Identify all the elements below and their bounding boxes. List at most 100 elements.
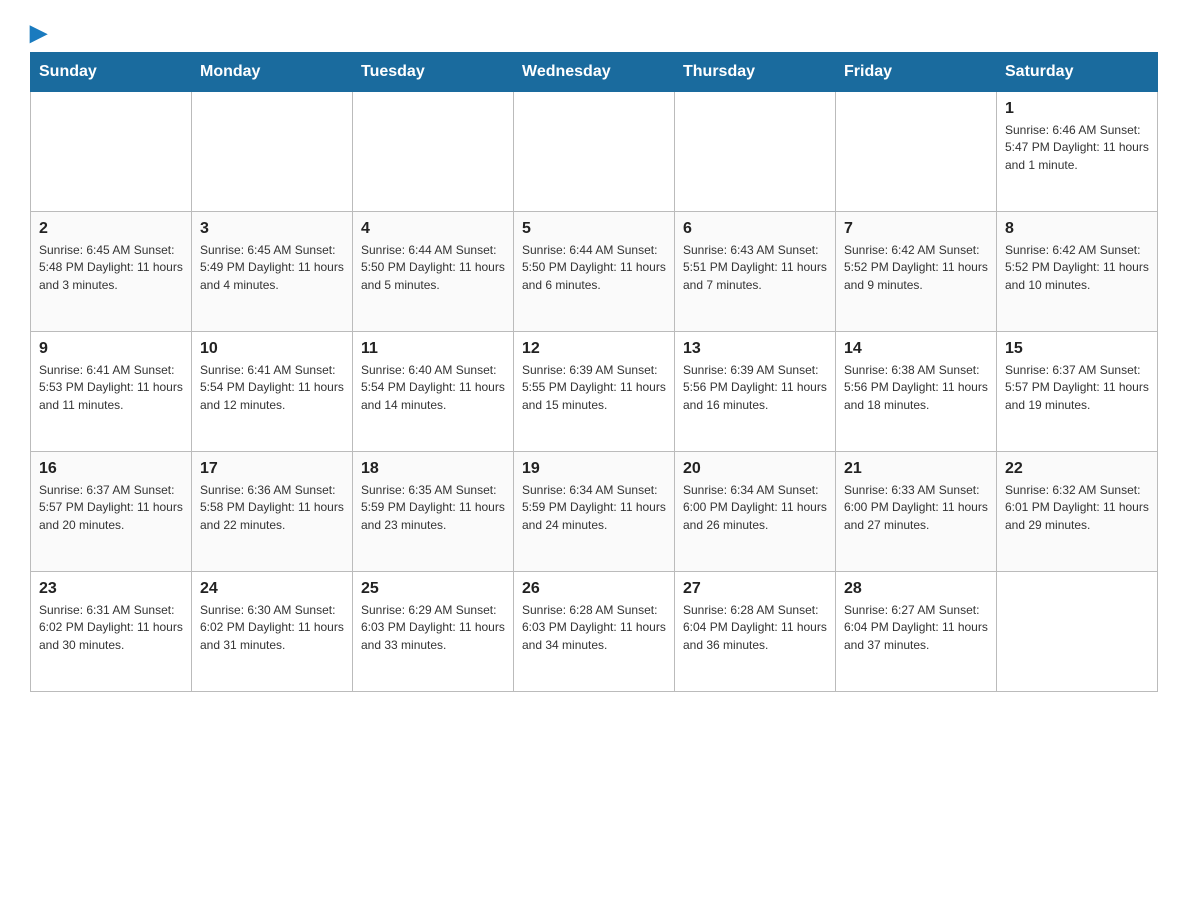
column-header-wednesday: Wednesday (514, 53, 675, 92)
calendar-cell: 23 Sunrise: 6:31 AM Sunset: 6:02 PM Dayli… (31, 572, 192, 692)
day-info: Sunrise: 6:39 AM Sunset: 5:56 PM Dayligh… (683, 362, 827, 414)
calendar-week-row: 1 Sunrise: 6:46 AM Sunset: 5:47 PM Daylig… (31, 92, 1158, 212)
calendar-cell (192, 92, 353, 212)
day-number: 26 (522, 580, 666, 598)
day-info: Sunrise: 6:40 AM Sunset: 5:54 PM Dayligh… (361, 362, 505, 414)
day-number: 3 (200, 220, 344, 238)
day-number: 27 (683, 580, 827, 598)
day-number: 14 (844, 340, 988, 358)
day-info: Sunrise: 6:34 AM Sunset: 5:59 PM Dayligh… (522, 482, 666, 534)
day-info: Sunrise: 6:27 AM Sunset: 6:04 PM Dayligh… (844, 602, 988, 654)
day-number: 2 (39, 220, 183, 238)
calendar-table: SundayMondayTuesdayWednesdayThursdayFrid… (30, 52, 1158, 692)
day-number: 8 (1005, 220, 1149, 238)
day-number: 10 (200, 340, 344, 358)
day-number: 11 (361, 340, 505, 358)
calendar-cell: 12 Sunrise: 6:39 AM Sunset: 5:55 PM Dayli… (514, 332, 675, 452)
day-number: 15 (1005, 340, 1149, 358)
calendar-cell (836, 92, 997, 212)
day-info: Sunrise: 6:30 AM Sunset: 6:02 PM Dayligh… (200, 602, 344, 654)
day-info: Sunrise: 6:41 AM Sunset: 5:54 PM Dayligh… (200, 362, 344, 414)
day-number: 4 (361, 220, 505, 238)
column-header-tuesday: Tuesday (353, 53, 514, 92)
day-number: 9 (39, 340, 183, 358)
day-info: Sunrise: 6:44 AM Sunset: 5:50 PM Dayligh… (361, 242, 505, 294)
calendar-cell: 11 Sunrise: 6:40 AM Sunset: 5:54 PM Dayli… (353, 332, 514, 452)
calendar-cell: 8 Sunrise: 6:42 AM Sunset: 5:52 PM Daylig… (997, 212, 1158, 332)
day-info: Sunrise: 6:37 AM Sunset: 5:57 PM Dayligh… (39, 482, 183, 534)
day-info: Sunrise: 6:46 AM Sunset: 5:47 PM Dayligh… (1005, 122, 1149, 174)
day-info: Sunrise: 6:38 AM Sunset: 5:56 PM Dayligh… (844, 362, 988, 414)
calendar-week-row: 23 Sunrise: 6:31 AM Sunset: 6:02 PM Dayli… (31, 572, 1158, 692)
day-number: 13 (683, 340, 827, 358)
calendar-week-row: 9 Sunrise: 6:41 AM Sunset: 5:53 PM Daylig… (31, 332, 1158, 452)
calendar-cell: 28 Sunrise: 6:27 AM Sunset: 6:04 PM Dayli… (836, 572, 997, 692)
calendar-cell: 20Sunrise: 6:34 AM Sunset: 6:00 PM Dayli… (675, 452, 836, 572)
calendar-week-row: 2 Sunrise: 6:45 AM Sunset: 5:48 PM Daylig… (31, 212, 1158, 332)
calendar-cell (514, 92, 675, 212)
day-number: 25 (361, 580, 505, 598)
day-info: Sunrise: 6:45 AM Sunset: 5:49 PM Dayligh… (200, 242, 344, 294)
day-info: Sunrise: 6:37 AM Sunset: 5:57 PM Dayligh… (1005, 362, 1149, 414)
day-number: 23 (39, 580, 183, 598)
day-number: 5 (522, 220, 666, 238)
column-header-saturday: Saturday (997, 53, 1158, 92)
day-info: Sunrise: 6:28 AM Sunset: 6:04 PM Dayligh… (683, 602, 827, 654)
calendar-cell: 5 Sunrise: 6:44 AM Sunset: 5:50 PM Daylig… (514, 212, 675, 332)
calendar-cell (31, 92, 192, 212)
calendar-cell: 18Sunrise: 6:35 AM Sunset: 5:59 PM Dayli… (353, 452, 514, 572)
day-info: Sunrise: 6:31 AM Sunset: 6:02 PM Dayligh… (39, 602, 183, 654)
day-info: Sunrise: 6:45 AM Sunset: 5:48 PM Dayligh… (39, 242, 183, 294)
calendar-cell: 9 Sunrise: 6:41 AM Sunset: 5:53 PM Daylig… (31, 332, 192, 452)
day-number: 22 (1005, 460, 1149, 478)
column-header-friday: Friday (836, 53, 997, 92)
day-info: Sunrise: 6:39 AM Sunset: 5:55 PM Dayligh… (522, 362, 666, 414)
day-number: 6 (683, 220, 827, 238)
calendar-week-row: 16 Sunrise: 6:37 AM Sunset: 5:57 PM Dayli… (31, 452, 1158, 572)
calendar-cell: 24 Sunrise: 6:30 AM Sunset: 6:02 PM Dayli… (192, 572, 353, 692)
page-header: ▶ (30, 20, 1158, 42)
day-number: 16 (39, 460, 183, 478)
day-number: 18 (361, 460, 505, 478)
day-info: Sunrise: 6:42 AM Sunset: 5:52 PM Dayligh… (844, 242, 988, 294)
calendar-cell: 26 Sunrise: 6:28 AM Sunset: 6:03 PM Dayli… (514, 572, 675, 692)
day-number: 19 (522, 460, 666, 478)
day-number: 24 (200, 580, 344, 598)
calendar-cell: 19 Sunrise: 6:34 AM Sunset: 5:59 PM Dayli… (514, 452, 675, 572)
calendar-cell (675, 92, 836, 212)
day-number: 7 (844, 220, 988, 238)
day-number: 12 (522, 340, 666, 358)
day-number: 21 (844, 460, 988, 478)
day-number: 20 (683, 460, 827, 478)
calendar-cell: 17 Sunrise: 6:36 AM Sunset: 5:58 PM Dayli… (192, 452, 353, 572)
day-number: 28 (844, 580, 988, 598)
calendar-cell: 4 Sunrise: 6:44 AM Sunset: 5:50 PM Daylig… (353, 212, 514, 332)
day-info: Sunrise: 6:36 AM Sunset: 5:58 PM Dayligh… (200, 482, 344, 534)
logo: ▶ (30, 20, 47, 42)
calendar-cell (353, 92, 514, 212)
day-info: Sunrise: 6:43 AM Sunset: 5:51 PM Dayligh… (683, 242, 827, 294)
calendar-cell: 13 Sunrise: 6:39 AM Sunset: 5:56 PM Dayli… (675, 332, 836, 452)
column-header-monday: Monday (192, 53, 353, 92)
calendar-cell: 1 Sunrise: 6:46 AM Sunset: 5:47 PM Daylig… (997, 92, 1158, 212)
day-info: Sunrise: 6:28 AM Sunset: 6:03 PM Dayligh… (522, 602, 666, 654)
day-number: 1 (1005, 100, 1149, 118)
day-info: Sunrise: 6:33 AM Sunset: 6:00 PM Dayligh… (844, 482, 988, 534)
day-info: Sunrise: 6:29 AM Sunset: 6:03 PM Dayligh… (361, 602, 505, 654)
calendar-cell: 3 Sunrise: 6:45 AM Sunset: 5:49 PM Daylig… (192, 212, 353, 332)
calendar-cell (997, 572, 1158, 692)
calendar-cell: 16 Sunrise: 6:37 AM Sunset: 5:57 PM Dayli… (31, 452, 192, 572)
calendar-cell: 7 Sunrise: 6:42 AM Sunset: 5:52 PM Daylig… (836, 212, 997, 332)
calendar-cell: 14 Sunrise: 6:38 AM Sunset: 5:56 PM Dayli… (836, 332, 997, 452)
calendar-cell: 21 Sunrise: 6:33 AM Sunset: 6:00 PM Dayli… (836, 452, 997, 572)
day-number: 17 (200, 460, 344, 478)
column-header-sunday: Sunday (31, 53, 192, 92)
day-info: Sunrise: 6:42 AM Sunset: 5:52 PM Dayligh… (1005, 242, 1149, 294)
day-info: Sunrise: 6:32 AM Sunset: 6:01 PM Dayligh… (1005, 482, 1149, 534)
day-info: Sunrise: 6:41 AM Sunset: 5:53 PM Dayligh… (39, 362, 183, 414)
calendar-cell: 27 Sunrise: 6:28 AM Sunset: 6:04 PM Dayli… (675, 572, 836, 692)
day-info: Sunrise: 6:44 AM Sunset: 5:50 PM Dayligh… (522, 242, 666, 294)
logo-blue-text: ▶ (30, 20, 47, 46)
calendar-cell: 25 Sunrise: 6:29 AM Sunset: 6:03 PM Dayli… (353, 572, 514, 692)
column-header-thursday: Thursday (675, 53, 836, 92)
